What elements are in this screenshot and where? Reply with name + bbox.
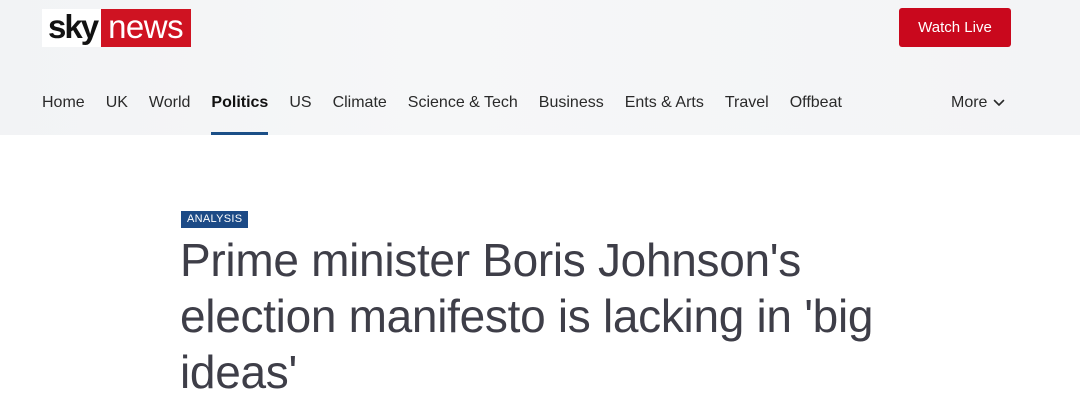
main-nav: Home UK World Politics US Climate Scienc… xyxy=(42,92,863,135)
nav-item-world[interactable]: World xyxy=(149,92,191,135)
article-headline: Prime minister Boris Johnson's election … xyxy=(180,234,874,398)
nav-item-climate[interactable]: Climate xyxy=(333,92,387,135)
watch-live-button[interactable]: Watch Live xyxy=(899,8,1011,47)
nav-item-uk[interactable]: UK xyxy=(106,92,128,135)
logo-news-text: news xyxy=(101,9,192,47)
nav-item-business[interactable]: Business xyxy=(539,92,604,135)
nav-item-offbeat[interactable]: Offbeat xyxy=(790,92,842,135)
site-header: sky news Watch Live Home UK World Politi… xyxy=(0,0,1080,135)
nav-item-politics[interactable]: Politics xyxy=(211,92,268,135)
page: sky news Watch Live Home UK World Politi… xyxy=(0,0,1080,419)
nav-item-science-tech[interactable]: Science & Tech xyxy=(408,92,518,135)
nav-item-travel[interactable]: Travel xyxy=(725,92,769,135)
logo-sky-text: sky xyxy=(42,9,102,47)
sky-news-logo[interactable]: sky news xyxy=(42,9,192,47)
nav-more-label: More xyxy=(951,94,988,111)
nav-item-ents-arts[interactable]: Ents & Arts xyxy=(625,92,704,135)
chevron-down-icon xyxy=(994,99,1005,106)
article-tag-badge[interactable]: ANALYSIS xyxy=(181,211,249,228)
nav-item-home[interactable]: Home xyxy=(42,92,85,135)
nav-more-menu[interactable]: More xyxy=(951,92,1005,114)
nav-item-us[interactable]: US xyxy=(289,92,311,135)
